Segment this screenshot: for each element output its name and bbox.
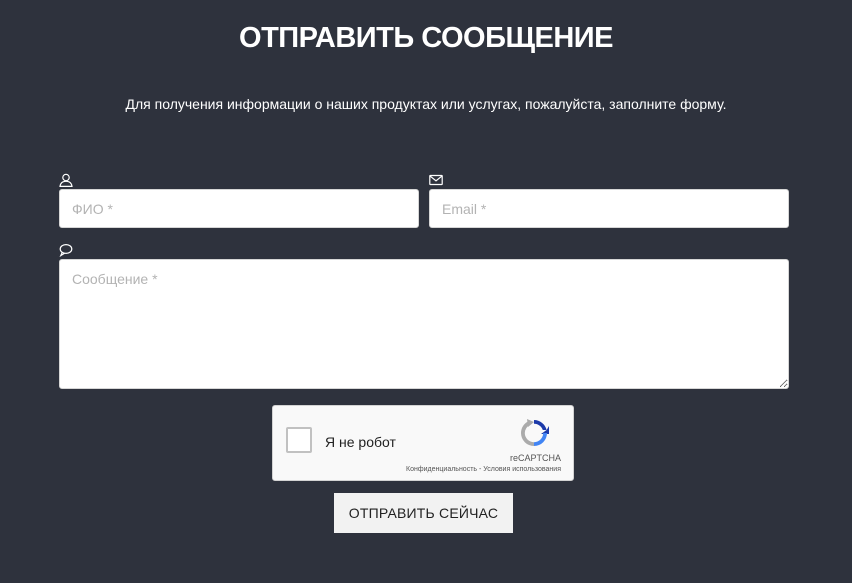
recaptcha-logo-icon (518, 417, 550, 454)
envelope-icon (429, 174, 443, 188)
submit-button[interactable]: ОТПРАВИТЬ СЕЙЧАС (334, 493, 513, 533)
form-description: Для получения информации о наших продукт… (125, 96, 727, 112)
recaptcha-privacy-link[interactable]: Конфиденциальность (406, 466, 477, 473)
name-field[interactable] (59, 189, 419, 228)
message-field[interactable] (59, 259, 789, 389)
email-field[interactable] (429, 189, 789, 228)
recaptcha-widget: Я не робот reCAPTCHA Конфиденциальность … (272, 405, 574, 481)
recaptcha-brand: reCAPTCHA (509, 453, 561, 463)
user-icon (59, 173, 73, 187)
page-title: ОТПРАВИТЬ СООБЩЕНИЕ (239, 22, 613, 54)
recaptcha-terms-link[interactable]: Условия использования (483, 466, 561, 473)
recaptcha-checkbox[interactable] (286, 427, 312, 453)
recaptcha-links: Конфиденциальность - Условия использован… (406, 466, 561, 473)
speech-bubble-icon (59, 243, 73, 257)
recaptcha-label: Я не робот (325, 434, 396, 450)
